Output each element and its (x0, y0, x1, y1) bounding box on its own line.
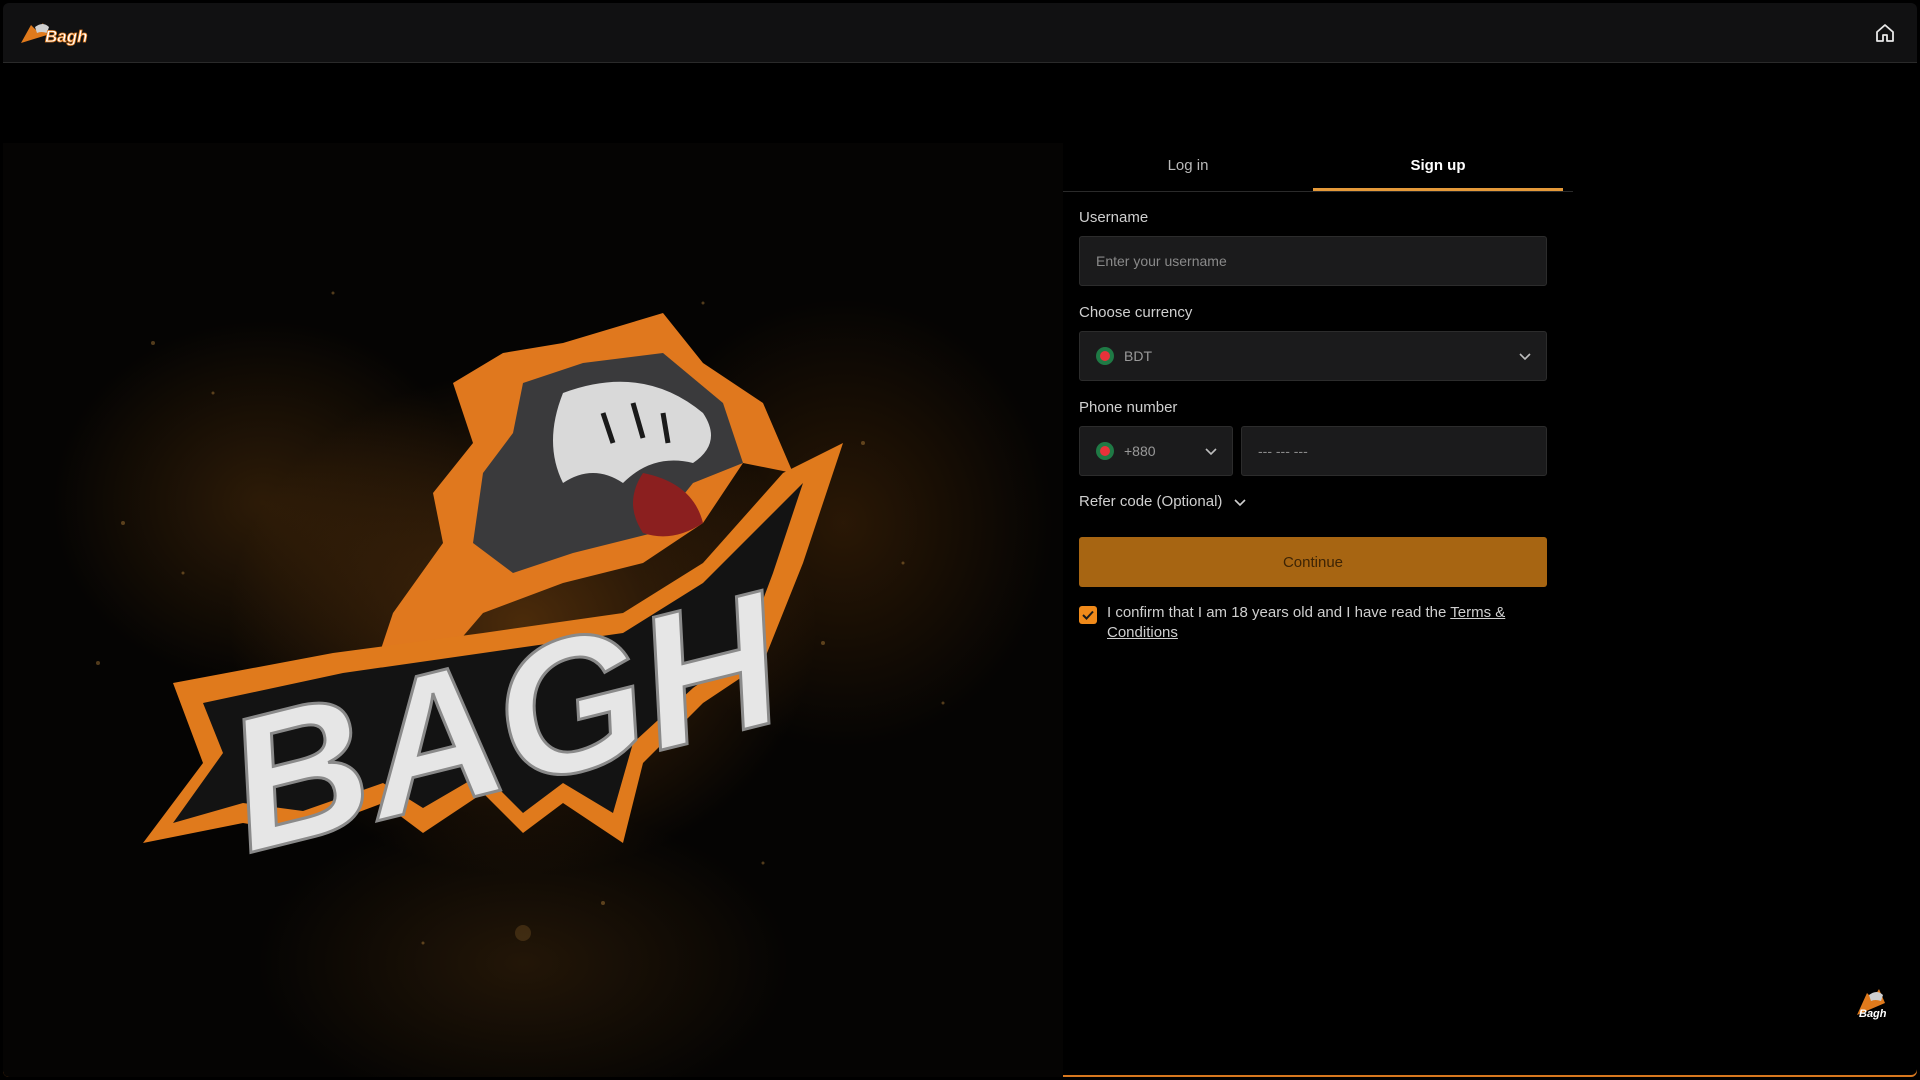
phone-input[interactable] (1242, 427, 1546, 475)
checkmark-icon (1082, 610, 1094, 620)
chevron-down-icon (1234, 499, 1246, 507)
auth-panel: Log in Sign up Username Choose currency … (1063, 143, 1583, 641)
app-window: Bagh BAGH Log in Sign up Username Enter … (3, 3, 1917, 1077)
bangladesh-flag-icon (1096, 442, 1114, 460)
refer-code-toggle[interactable]: Refer code (Optional) (1079, 493, 1247, 510)
tab-signup[interactable]: Sign up (1313, 143, 1563, 191)
confirm-checkbox[interactable] (1079, 606, 1097, 624)
phone-label: Phone number (1079, 399, 1178, 416)
tab-login[interactable]: Log in (1063, 143, 1313, 191)
hero-banner: BAGH (3, 143, 1063, 1077)
bagh-tiger-logo: BAGH (96, 291, 945, 945)
currency-value: BDT (1124, 348, 1152, 364)
currency-select[interactable]: BDT (1079, 331, 1547, 381)
corner-brand-logo[interactable]: Bagh (1851, 981, 1895, 1021)
chevron-down-icon (1205, 448, 1217, 456)
home-icon (1876, 24, 1894, 42)
top-bar: Bagh (3, 3, 1917, 63)
currency-label: Choose currency (1079, 304, 1193, 321)
confirm-text: I confirm that I am 18 years old and I h… (1107, 603, 1547, 643)
username-field-box (1079, 236, 1547, 286)
username-input[interactable] (1080, 237, 1546, 285)
auth-tabs: Log in Sign up (1063, 143, 1573, 192)
phone-code-select[interactable]: +880 (1079, 426, 1233, 476)
confirm-statement: I confirm that I am 18 years old and I h… (1107, 604, 1451, 621)
brand-logo[interactable]: Bagh (17, 17, 107, 49)
phone-code-value: +880 (1124, 443, 1156, 459)
svg-text:Bagh: Bagh (45, 27, 88, 46)
phone-field-box (1241, 426, 1547, 476)
bangladesh-flag-icon (1096, 347, 1114, 365)
home-button[interactable] (1873, 21, 1897, 45)
continue-button[interactable]: Continue (1079, 537, 1547, 587)
chevron-down-icon (1519, 353, 1531, 361)
svg-text:Bagh: Bagh (1859, 1008, 1887, 1020)
refer-code-label: Refer code (Optional) (1079, 493, 1223, 510)
username-label: Username (1079, 209, 1149, 226)
